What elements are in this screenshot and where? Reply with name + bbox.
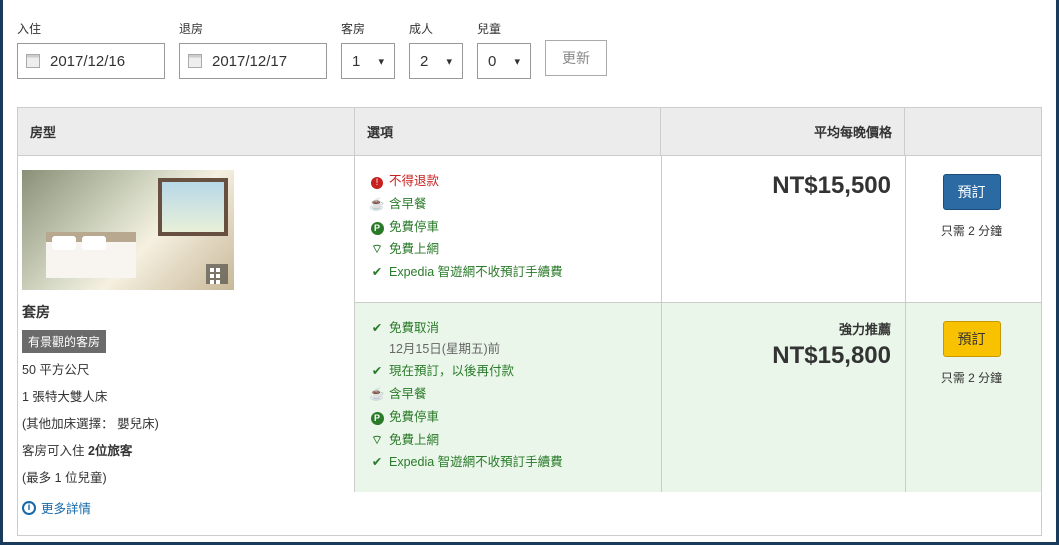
parking-icon: P (369, 218, 385, 237)
offer-row: !不得退款 ☕含早餐 P免費停車 ⌔免費上網 ✔Expedia 智遊網不收預訂手續費 NT… (354, 156, 1041, 302)
table-header: 房型 選項 平均每晚價格 (18, 108, 1041, 156)
chevron-down-icon: ▾ (378, 55, 384, 68)
offer-options: !不得退款 ☕含早餐 P免費停車 ⌔免費上網 ✔Expedia 智遊網不收預訂手續費 (355, 156, 661, 302)
nightly-price: NT$15,500 (676, 172, 891, 200)
header-room: 房型 (18, 108, 354, 155)
wifi-icon: ⌔ (369, 240, 385, 259)
book-cell: 預訂只需 2 分鐘 (905, 303, 1037, 492)
nightly-price: NT$15,800 (676, 342, 891, 370)
book-button[interactable]: 預訂 (943, 321, 1001, 357)
checkin-label: 入住 (17, 20, 165, 37)
chevron-down-icon: ▾ (446, 55, 452, 68)
book-button[interactable]: 預訂 (943, 174, 1001, 210)
search-bar: 入住 2017/12/16 退房 2017/12/17 客房 1 ▾ 成人 2 (17, 20, 1042, 79)
checkout-input[interactable]: 2017/12/17 (179, 43, 327, 79)
more-details-link[interactable]: i 更多詳情 (22, 498, 340, 517)
book-time-note: 只需 2 分鐘 (916, 222, 1027, 239)
calendar-icon (26, 54, 40, 68)
children-select[interactable]: 0 ▾ (477, 43, 531, 79)
room-image[interactable] (22, 170, 234, 290)
feature-item: ✔現在預訂，以後再付款 (369, 362, 647, 381)
info-icon: i (22, 501, 36, 515)
children-label: 兒童 (477, 20, 531, 37)
room-name: 套房 (22, 302, 340, 322)
adults-select[interactable]: 2 ▾ (409, 43, 463, 79)
booking-panel: 入住 2017/12/16 退房 2017/12/17 客房 1 ▾ 成人 2 (0, 0, 1059, 545)
update-button[interactable]: 更新 (545, 40, 607, 76)
cup-icon: ☕ (369, 385, 385, 404)
price-cell: NT$15,500 (661, 156, 905, 302)
feature-item: P免費停車 (369, 218, 647, 237)
check-icon: ✔ (369, 362, 385, 381)
check-icon: ✔ (369, 453, 385, 472)
header-option: 選項 (354, 108, 660, 155)
calendar-icon (188, 54, 202, 68)
price-cell: 強力推薦 NT$15,800 (661, 303, 905, 492)
cup-icon: ☕ (369, 195, 385, 214)
feature-item: ⌔免費上網 (369, 431, 647, 450)
room-size: 50 平方公尺 (22, 360, 340, 380)
recommended-badge: 強力推薦 (676, 319, 891, 338)
room-view-tag: 有景觀的客房 (22, 330, 106, 353)
parking-icon: P (369, 408, 385, 427)
header-price: 平均每晚價格 (660, 108, 904, 155)
header-book (904, 108, 1036, 155)
offer-options: ✔免費取消 12月15日(星期五)前 ✔現在預訂，以後再付款 ☕含早餐 P免費停車 ⌔免費… (355, 303, 661, 492)
book-time-note: 只需 2 分鐘 (916, 369, 1027, 386)
room-info-cell: 套房 有景觀的客房 50 平方公尺 1 張特大雙人床 (其他加床選擇： 嬰兒床)… (18, 156, 354, 535)
feature-item: ✔免費取消 (369, 319, 647, 338)
feature-item: P免費停車 (369, 408, 647, 427)
room-occupancy-note: (最多 1 位兒童) (22, 468, 340, 488)
adults-label: 成人 (409, 20, 463, 37)
gallery-icon[interactable] (206, 264, 228, 284)
rooms-table: 房型 選項 平均每晚價格 套房 有景觀的客房 50 平方公尺 1 張 (17, 107, 1042, 536)
book-cell: 預訂只需 2 分鐘 (905, 156, 1037, 302)
feature-subtext: 12月15日(星期五)前 (389, 340, 647, 359)
info-icon: ! (369, 172, 385, 191)
feature-item: ☕含早餐 (369, 195, 647, 214)
feature-item: ☕含早餐 (369, 385, 647, 404)
checkin-input[interactable]: 2017/12/16 (17, 43, 165, 79)
room-extra-bed: (其他加床選擇： 嬰兒床) (22, 414, 340, 434)
room-occupancy: 客房可入住 2位旅客 (22, 441, 340, 461)
offer-row: ✔免費取消 12月15日(星期五)前 ✔現在預訂，以後再付款 ☕含早餐 P免費停車 ⌔免費… (354, 302, 1041, 492)
feature-item: ✔Expedia 智遊網不收預訂手續費 (369, 453, 647, 472)
offers-column: !不得退款 ☕含早餐 P免費停車 ⌔免費上網 ✔Expedia 智遊網不收預訂手續費 NT… (354, 156, 1041, 535)
wifi-icon: ⌔ (369, 431, 385, 450)
checkout-label: 退房 (179, 20, 327, 37)
room-bed: 1 張特大雙人床 (22, 387, 340, 407)
check-icon: ✔ (369, 319, 385, 338)
rooms-select[interactable]: 1 ▾ (341, 43, 395, 79)
chevron-down-icon: ▾ (514, 55, 520, 68)
feature-item: !不得退款 (369, 172, 647, 191)
rooms-label: 客房 (341, 20, 395, 37)
feature-item: ⌔免費上網 (369, 240, 647, 259)
check-icon: ✔ (369, 263, 385, 282)
feature-item: ✔Expedia 智遊網不收預訂手續費 (369, 263, 647, 282)
